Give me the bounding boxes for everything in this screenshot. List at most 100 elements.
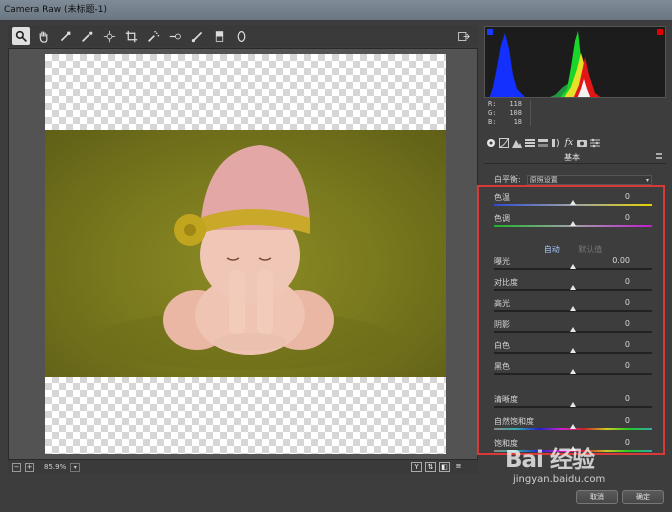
slider-tint: 色调 0 <box>494 213 654 233</box>
crop-icon <box>125 30 137 42</box>
graduated-filter-icon <box>215 30 223 42</box>
chevron-down-icon: ▾ <box>645 176 649 184</box>
slider-thumb[interactable] <box>570 264 576 269</box>
spot-removal-icon <box>147 30 159 42</box>
slider-whites: 白色 0 <box>494 340 654 360</box>
radial-filter-icon <box>237 30 245 42</box>
camera-raw-window: Camera Raw (未标题-1) − + 85.9% ▾ Y ⇅ ◧ ≡ R… <box>0 0 672 512</box>
g-readout: G: 108 <box>488 109 522 118</box>
slider-thumb[interactable] <box>570 221 576 226</box>
slider-thumb[interactable] <box>570 348 576 353</box>
white-balance-tool[interactable] <box>56 27 74 45</box>
slider-value[interactable]: 0 <box>625 277 630 286</box>
r-value: 118 <box>509 100 522 108</box>
aperture-icon <box>487 139 495 147</box>
slider-thumb[interactable] <box>570 327 576 332</box>
white-balance-icon <box>60 31 70 41</box>
r-label: R: <box>488 100 497 108</box>
radial-filter-tool[interactable] <box>232 27 250 45</box>
adjustment-brush-tool[interactable] <box>188 27 206 45</box>
hand-icon <box>39 31 48 43</box>
default-link[interactable]: 默认值 <box>578 245 602 254</box>
white-balance-select[interactable]: 原照设置 ▾ <box>526 174 652 185</box>
before-after-toggle[interactable]: Y <box>411 462 422 472</box>
view-toggles: Y ⇅ ◧ ≡ <box>411 462 464 472</box>
tab-effects[interactable]: fx <box>564 138 574 148</box>
b-value: 18 <box>513 118 522 126</box>
histogram-graph <box>489 31 601 97</box>
slider-thumb[interactable] <box>570 306 576 311</box>
slider-value[interactable]: 0 <box>625 394 630 403</box>
slider-thumb[interactable] <box>570 200 576 205</box>
status-bar: − + 85.9% ▾ Y ⇅ ◧ ≡ <box>8 460 478 474</box>
slider-value[interactable]: 0 <box>625 340 630 349</box>
slider-thumb[interactable] <box>570 424 576 429</box>
tab-tone-curve[interactable] <box>499 138 509 148</box>
fx-icon: fx <box>564 138 574 148</box>
crop-tool[interactable] <box>122 27 140 45</box>
split-toning-icon <box>538 139 548 147</box>
slider-label: 白色 <box>494 341 510 350</box>
graduated-filter-tool[interactable] <box>210 27 228 45</box>
zoom-level: 85.9% <box>44 463 67 471</box>
targeted-adjustment-icon <box>103 30 115 42</box>
copy-settings-button[interactable]: ◧ <box>439 462 450 472</box>
tab-hsl[interactable] <box>525 138 535 148</box>
spot-removal-tool[interactable] <box>144 27 162 45</box>
tab-basic[interactable] <box>486 138 496 148</box>
slider-label: 曝光 <box>494 257 510 266</box>
slider-label: 高光 <box>494 299 510 308</box>
swap-settings-button[interactable]: ⇅ <box>425 462 436 472</box>
highlight-clipping-toggle[interactable] <box>657 29 663 35</box>
open-preferences-button[interactable] <box>454 27 472 45</box>
zoom-in-button[interactable]: + <box>25 462 34 472</box>
tab-camera-calibration[interactable] <box>577 138 587 148</box>
shadow-clipping-toggle[interactable] <box>487 29 493 35</box>
slider-value[interactable]: 0 <box>625 298 630 307</box>
cancel-button[interactable]: 取消 <box>576 490 618 504</box>
tool-bar <box>8 25 478 47</box>
auto-link[interactable]: 自动 <box>544 245 560 254</box>
slider-vibrance: 自然饱和度 0 <box>494 416 654 436</box>
slider-thumb[interactable] <box>570 402 576 407</box>
slider-value[interactable]: 0.00 <box>612 256 630 265</box>
slider-temperature: 色温 0 <box>494 192 654 212</box>
tab-detail[interactable] <box>512 138 522 148</box>
zoom-dropdown[interactable]: ▾ <box>70 462 81 472</box>
panel-title: 基本 <box>564 153 580 162</box>
document-transparent-area <box>45 54 446 454</box>
preview-settings-button[interactable]: ≡ <box>453 462 464 472</box>
auto-default-row: 自动 默认值 <box>494 244 652 255</box>
window-titlebar: Camera Raw (未标题-1) <box>0 0 672 20</box>
export-icon <box>457 31 470 41</box>
panel-menu-icon[interactable] <box>656 153 662 159</box>
panel-tabs: fx <box>484 136 666 150</box>
red-eye-tool[interactable] <box>166 27 184 45</box>
presets-icon <box>590 138 600 148</box>
zoom-tool[interactable] <box>12 27 30 45</box>
color-sampler-tool[interactable] <box>78 27 96 45</box>
g-value: 108 <box>509 109 522 117</box>
slider-label: 色温 <box>494 193 510 202</box>
slider-exposure: 曝光 0.00 <box>494 256 654 276</box>
preview-canvas[interactable] <box>8 48 478 460</box>
hand-tool[interactable] <box>34 27 52 45</box>
slider-value[interactable]: 0 <box>625 416 630 425</box>
curve-icon <box>499 138 509 148</box>
white-balance-value: 原照设置 <box>529 175 558 184</box>
slider-label: 对比度 <box>494 278 518 287</box>
ok-button[interactable]: 确定 <box>622 490 664 504</box>
watermark-url: jingyan.baidu.com <box>513 474 606 485</box>
tab-presets[interactable] <box>590 138 600 148</box>
tab-lens-corrections[interactable] <box>551 138 561 148</box>
slider-thumb[interactable] <box>570 369 576 374</box>
slider-value[interactable]: 0 <box>625 213 630 222</box>
b-readout: B: 18 <box>488 118 522 127</box>
slider-value[interactable]: 0 <box>625 319 630 328</box>
zoom-out-button[interactable]: − <box>12 462 21 472</box>
tab-split-toning[interactable] <box>538 138 548 148</box>
targeted-adjustment-tool[interactable] <box>100 27 118 45</box>
slider-value[interactable]: 0 <box>625 361 630 370</box>
slider-value[interactable]: 0 <box>625 192 630 201</box>
slider-thumb[interactable] <box>570 285 576 290</box>
